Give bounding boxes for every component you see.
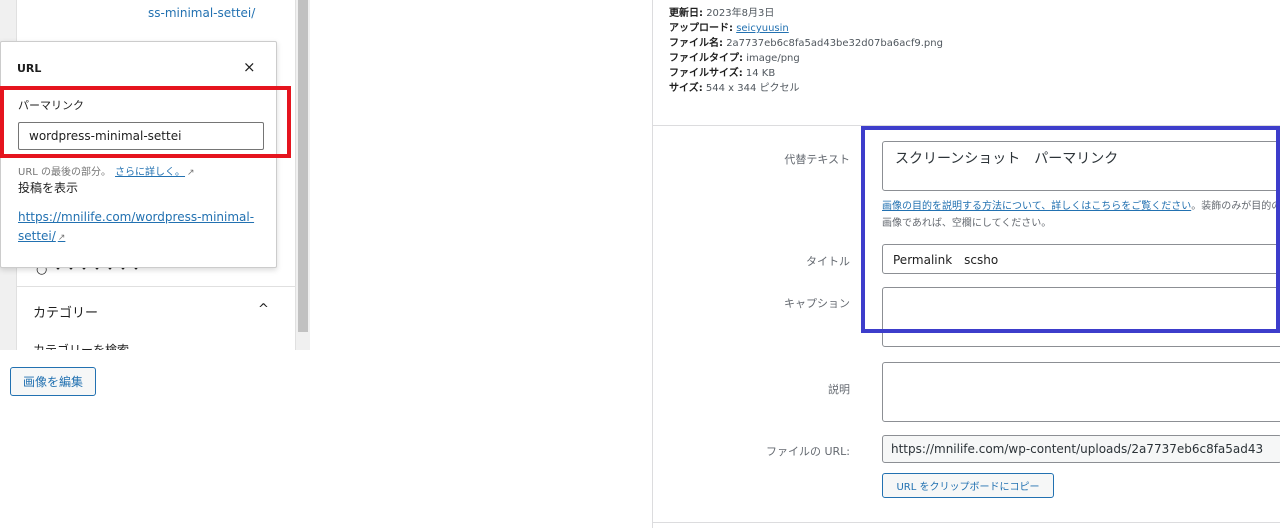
updated-value: 2023年8月3日 [706,8,775,19]
close-icon[interactable]: × [243,58,256,76]
category-search-label: カテゴリーを検索 [33,343,130,350]
alt-text-label: 代替テキスト [784,153,850,166]
filename-label: ファイル名: [669,38,723,49]
panel-divider [16,286,296,287]
truncated-permalink-link[interactable]: ss-minimal-settei/ [148,6,255,20]
details-divider [653,522,1280,523]
external-link-icon: ↗ [57,233,66,243]
copy-url-button[interactable]: URL をクリップボードにコピー [882,473,1054,498]
filename-value: 2a7737eb6c8fa5ad43be32d07ba6acf9.png [726,38,943,49]
uploader-link[interactable]: seicyuusin [736,23,789,34]
dimensions-label: サイズ: [669,83,703,94]
red-highlight-box [0,86,291,158]
learn-more-link[interactable]: さらに詳しく。 [115,167,185,178]
view-post-label: 投稿を表示 [18,181,79,195]
uploaded-by-label: アップロード: [669,23,733,34]
external-link-icon: ↗ [187,168,195,178]
updated-label: 更新日: [669,8,703,19]
dimensions-value: 544 x 344 ピクセル [705,83,800,94]
permalink-url-link[interactable]: https://mnilife.com/wordpress-minimal-se… [18,208,263,248]
permalink-help-text: URL の最後の部分。 [18,167,112,178]
category-panel-title[interactable]: カテゴリー [33,302,98,321]
filetype-value: image/png [746,53,800,64]
description-field[interactable] [882,362,1280,422]
popover-title: URL [17,62,42,75]
permalink-url-text[interactable]: https://mnilife.com/wordpress-minimal-se… [18,210,254,243]
chevron-up-icon[interactable]: ^ [258,302,269,317]
description-label: 説明 [828,383,850,396]
permalink-help: URL の最後の部分。 さらに詳しく。 ↗ [18,163,195,178]
filesize-label: ファイルサイズ: [669,68,743,79]
filesize-value: 14 KB [745,68,776,79]
file-url-field[interactable] [882,435,1280,463]
blue-highlight-box [861,126,1280,333]
file-info: 更新日: 2023年8月3日 アップロード: seicyuusin ファイル名:… [669,6,943,96]
title-label: タイトル [806,255,850,268]
scrollbar[interactable] [296,0,310,350]
file-url-label: ファイルの URL: [765,445,850,458]
filetype-label: ファイルタイプ: [669,53,743,64]
edit-image-button[interactable]: 画像を編集 [10,367,96,396]
caption-label: キャプション [784,297,850,310]
scrollbar-thumb[interactable] [298,0,308,332]
